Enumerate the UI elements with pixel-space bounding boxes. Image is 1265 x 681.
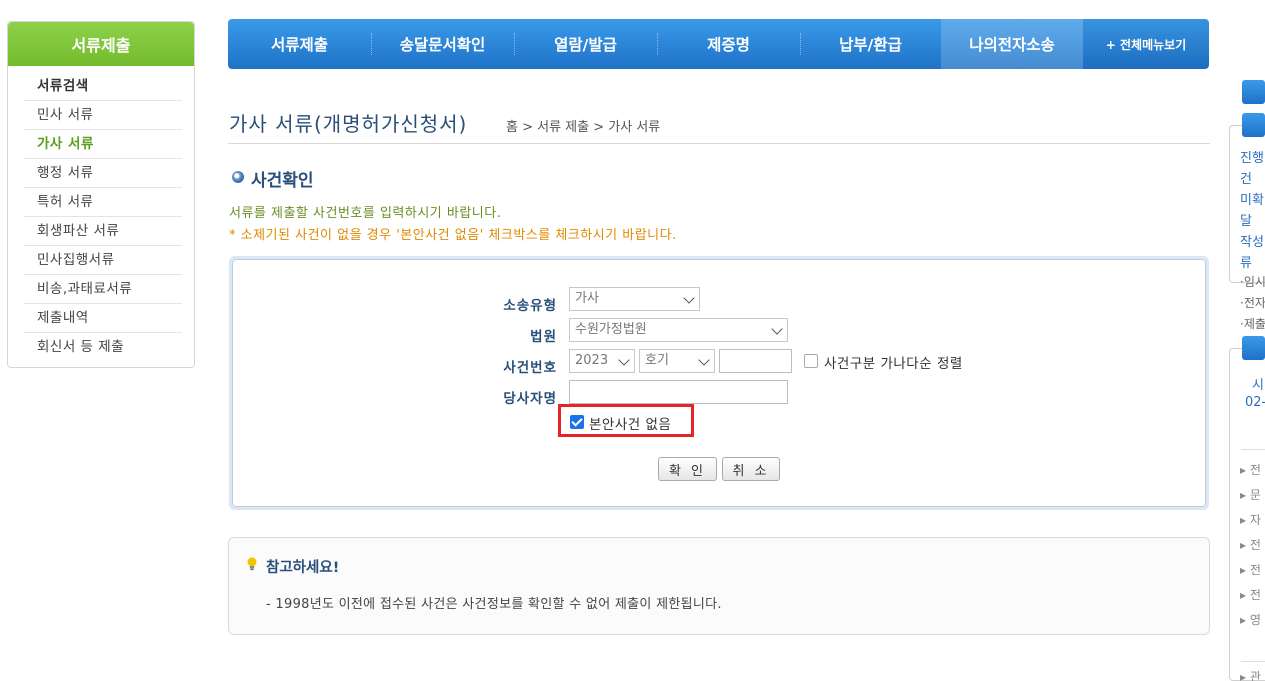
rail-gray-1[interactable]: ·전자 — [1240, 294, 1265, 311]
rail-link-5-label: 전 — [1249, 588, 1261, 602]
sidebar-item-patent[interactable]: 특허 서류 — [24, 188, 182, 217]
nav-my-e-litigation[interactable]: 나의전자소송 — [941, 19, 1083, 69]
rail-text-0[interactable]: 진행 — [1240, 147, 1264, 166]
no-case-label: 본안사건 없음 — [589, 417, 672, 433]
right-rail-box-1-header — [1242, 113, 1265, 137]
nav-service-confirm[interactable]: 송달문서확인 — [371, 19, 514, 69]
rail-link-4[interactable]: ▸ 전 — [1240, 561, 1261, 578]
rail-gray-2[interactable]: ·제출 — [1240, 315, 1265, 332]
case-code-select[interactable]: 호기 — [639, 349, 715, 373]
instruction-text: 서류를 제출할 사건번호를 입력하시기 바랍니다. — [229, 206, 502, 221]
case-number-label: 사건번호 — [503, 360, 557, 376]
warning-text: * 소제기된 사건이 없을 경우 '본안사건 없음' 체크박스를 체크하시기 바… — [229, 228, 677, 243]
case-number-input[interactable] — [719, 349, 792, 373]
rail-phone-number: 02- — [1245, 395, 1265, 410]
rail-text-4[interactable]: 작성 — [1240, 231, 1264, 250]
rail-text-5[interactable]: 류 — [1240, 252, 1252, 271]
rail-link-1-label: 문 — [1249, 488, 1261, 502]
case-type-select[interactable]: 가사 — [569, 287, 700, 311]
top-navigation: 서류제출 송달문서확인 열람/발급 제증명 납부/환급 나의전자소송 + 전체메… — [228, 19, 1209, 69]
case-year-value: 2023 — [575, 353, 609, 368]
right-rail-box-2-header — [1242, 336, 1265, 360]
case-code-value: 호기 — [645, 353, 669, 368]
sort-checkbox[interactable] — [804, 354, 818, 368]
case-year-select[interactable]: 2023 — [569, 349, 635, 373]
sidebar-item-submission-history[interactable]: 제출내역 — [24, 304, 182, 333]
reference-title: 참고하세요! — [266, 560, 340, 576]
rail-divider-2 — [1241, 661, 1265, 662]
rail-link-7-label: 관 — [1249, 670, 1261, 681]
rail-text-3[interactable]: 달 — [1240, 210, 1252, 229]
chevron-down-icon — [698, 354, 710, 366]
nav-all-menu-button[interactable]: + 전체메뉴보기 — [1083, 19, 1209, 69]
rail-text-2[interactable]: 미확 — [1240, 189, 1264, 208]
court-value: 수원가정법원 — [575, 322, 647, 337]
title-divider — [228, 143, 1210, 144]
rail-link-3[interactable]: ▸ 전 — [1240, 536, 1261, 553]
confirm-button[interactable]: 확 인 — [658, 457, 717, 481]
rail-text-1[interactable]: 건 — [1240, 168, 1252, 187]
sort-checkbox-label: 사건구분 가나다순 정렬 — [824, 356, 963, 372]
sidebar-item-non-litigation[interactable]: 비송,과태료서류 — [24, 275, 182, 304]
section-bullet-icon — [232, 171, 244, 183]
nav-certificate[interactable]: 제증명 — [657, 19, 800, 69]
party-name-input[interactable] — [569, 380, 788, 404]
case-confirm-form: 소송유형 가사 법원 수원가정법원 사건번호 2023 호기 사건구분 가나다순… — [229, 256, 1209, 510]
rail-link-5[interactable]: ▸ 전 — [1240, 586, 1261, 603]
chevron-down-icon — [683, 292, 695, 304]
sidebar-item-civil-execution[interactable]: 민사집행서류 — [24, 246, 182, 275]
section-title: 사건확인 — [251, 171, 314, 191]
right-rail-top-button[interactable] — [1242, 80, 1265, 104]
reference-text: - 1998년도 이전에 접수된 사건은 사건정보를 확인할 수 없어 제출이 … — [266, 597, 722, 612]
rail-divider — [1241, 449, 1265, 450]
sidebar-menu: 서류검색 민사 서류 가사 서류 행정 서류 특허 서류 회생파산 서류 민사집… — [8, 66, 194, 362]
chevron-down-icon — [771, 323, 783, 335]
sidebar-title: 서류제출 — [8, 22, 194, 66]
reference-box — [228, 537, 1210, 635]
no-case-checkbox[interactable] — [570, 415, 584, 429]
rail-link-0-label: 전 — [1249, 463, 1261, 477]
page-title: 가사 서류(개명허가신청서) — [229, 112, 468, 136]
breadcrumb: 홈 > 서류 제출 > 가사 서류 — [506, 120, 661, 135]
court-select[interactable]: 수원가정법원 — [569, 318, 788, 342]
nav-document-submission[interactable]: 서류제출 — [228, 19, 371, 69]
nav-view-issue[interactable]: 열람/발급 — [514, 19, 657, 69]
rail-phone-label: 시 — [1252, 378, 1264, 393]
court-label: 법원 — [530, 329, 557, 345]
sidebar-item-bankruptcy[interactable]: 회생파산 서류 — [24, 217, 182, 246]
case-type-value: 가사 — [575, 291, 599, 306]
lightbulb-icon — [247, 557, 257, 571]
chevron-down-icon — [618, 354, 630, 366]
rail-link-4-label: 전 — [1249, 563, 1261, 577]
sidebar-item-reply-submission[interactable]: 회신서 등 제출 — [24, 333, 182, 362]
rail-link-0[interactable]: ▸ 전 — [1240, 461, 1261, 478]
rail-link-2-label: 자 — [1249, 513, 1261, 527]
sidebar-item-document-search[interactable]: 서류검색 — [24, 72, 182, 101]
rail-link-1[interactable]: ▸ 문 — [1240, 486, 1261, 503]
cancel-button[interactable]: 취 소 — [722, 457, 780, 481]
sidebar-item-family[interactable]: 가사 서류 — [24, 130, 182, 159]
rail-link-7[interactable]: ▸ 관 — [1240, 668, 1261, 681]
left-sidebar: 서류제출 서류검색 민사 서류 가사 서류 행정 서류 특허 서류 회생파산 서… — [7, 21, 195, 368]
sidebar-item-administrative[interactable]: 행정 서류 — [24, 159, 182, 188]
rail-link-6-label: 영 — [1249, 613, 1261, 627]
party-name-label: 당사자명 — [503, 391, 557, 407]
sidebar-item-civil[interactable]: 민사 서류 — [24, 101, 182, 130]
rail-link-2[interactable]: ▸ 자 — [1240, 511, 1261, 528]
nav-payment-refund[interactable]: 납부/환급 — [800, 19, 941, 69]
rail-link-3-label: 전 — [1249, 538, 1261, 552]
rail-gray-0[interactable]: ·임시 — [1240, 273, 1265, 290]
case-type-label: 소송유형 — [503, 298, 557, 314]
rail-link-6[interactable]: ▸ 영 — [1240, 611, 1261, 628]
